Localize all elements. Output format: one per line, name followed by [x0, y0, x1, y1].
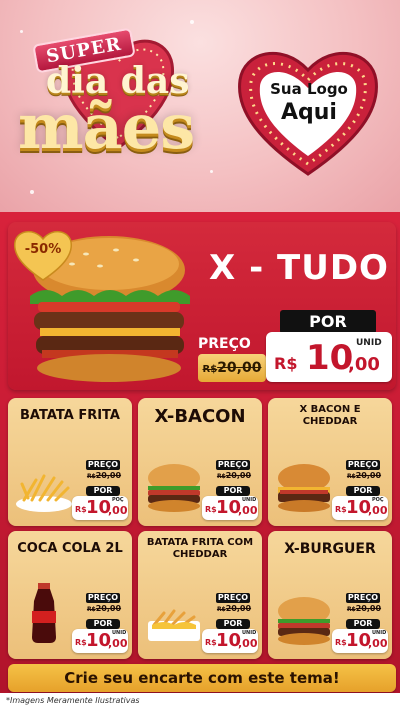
sparkle — [210, 170, 213, 173]
old-price-value: 20,00 — [225, 471, 252, 480]
new-price: R$ 10,00 UNID — [332, 629, 388, 653]
por-label: POR — [216, 486, 250, 496]
new-price-cents: ,00 — [368, 637, 388, 650]
por-label: POR — [346, 486, 380, 496]
old-price-value: 20,00 — [95, 604, 122, 613]
new-currency: R$ — [75, 638, 87, 647]
preco-label: PREÇO — [216, 593, 250, 603]
old-currency: R$ — [86, 473, 96, 480]
product-card[interactable]: X-BURGUER PREÇO R$20,00 POR R$ 10,00 UNID — [268, 531, 392, 659]
new-currency: R$ — [335, 638, 347, 647]
new-price-cents: ,00 — [238, 504, 258, 517]
cheddar-fries-icon — [148, 609, 200, 641]
product-card[interactable]: BATATA FRITA PREÇO R$20,00 POR R$ 10,00 POÇ — [8, 398, 132, 526]
old-currency: R$ — [86, 606, 96, 613]
hero-preco-label: PREÇO — [198, 336, 251, 352]
new-currency: R$ — [205, 638, 217, 647]
product-card[interactable]: X-BACON PREÇO R$20,00 POR R$ 10,00 UNID — [138, 398, 262, 526]
product-name: BATATA FRITA COM CHEDDAR — [146, 537, 254, 560]
new-price-int: 10 — [306, 338, 354, 378]
hero-por-label: POR — [280, 310, 376, 334]
unit-label: POÇ — [372, 497, 384, 503]
product-name: X-BACON — [154, 406, 246, 427]
footer: *Imagens Meramente Ilustrativas — [0, 693, 400, 711]
burger-icon — [278, 597, 330, 645]
title-maes: mães — [18, 90, 195, 163]
unit-label: UNID — [242, 497, 257, 503]
old-currency: R$ — [202, 364, 218, 375]
new-price: R$ 10,00 POÇ — [332, 496, 388, 520]
old-price: R$20,00 — [84, 470, 124, 482]
unit-label: UNID — [372, 630, 387, 636]
product-name: BATATA FRITA — [20, 408, 120, 423]
new-price-cents: ,00 — [108, 637, 128, 650]
old-price-value: 20,00 — [355, 471, 382, 480]
hero-old-price: R$20,00 — [198, 354, 266, 382]
new-price: R$ 10,00 UNID — [202, 629, 258, 653]
unit-label: UNID — [356, 338, 382, 348]
brand-logo-placeholder: Sua Logo Aqui — [253, 80, 365, 125]
cheddar-burger-icon — [278, 464, 330, 512]
old-currency: R$ — [346, 473, 356, 480]
sparkle — [190, 20, 194, 24]
old-price-value: 20,00 — [355, 604, 382, 613]
old-price-value: 20,00 — [225, 604, 252, 613]
old-price: R$20,00 — [344, 603, 384, 615]
brand-line-1: Sua Logo — [270, 80, 348, 98]
fries-icon — [16, 474, 72, 512]
new-price-cents: ,00 — [238, 637, 258, 650]
por-label: POR — [216, 619, 250, 629]
new-price-cents: ,00 — [368, 504, 388, 517]
sparkle — [20, 30, 23, 33]
old-price-value: 20,00 — [95, 471, 122, 480]
product-card[interactable]: BATATA FRITA COM CHEDDAR PREÇO R$20,00 POR R… — [138, 531, 262, 659]
unit-label: POÇ — [112, 497, 124, 503]
new-price-cents: ,00 — [348, 354, 380, 375]
hero-new-price: R$ 10 ,00 UNID — [266, 332, 392, 382]
old-currency: R$ — [216, 606, 226, 613]
product-card[interactable]: COCA COLA 2L PREÇO R$20,00 POR R$ 10,00 UNID — [8, 531, 132, 659]
new-currency: R$ — [274, 354, 298, 373]
soda-bottle-icon — [32, 583, 56, 643]
new-currency: R$ — [205, 505, 217, 514]
preco-label: PREÇO — [346, 460, 380, 470]
old-currency: R$ — [216, 473, 226, 480]
old-price-value: 20,00 — [217, 360, 262, 376]
new-price: R$ 10,00 POÇ — [72, 496, 128, 520]
unit-label: UNID — [242, 630, 257, 636]
old-price: R$20,00 — [214, 470, 254, 482]
por-label: POR — [346, 619, 380, 629]
cta-banner[interactable]: Crie seu encarte com este tema! — [8, 664, 396, 692]
por-label: POR — [86, 486, 120, 496]
discount-badge: -50% — [12, 228, 74, 282]
old-currency: R$ — [346, 606, 356, 613]
new-price: R$ 10,00 UNID — [202, 496, 258, 520]
brand-line-2: Aqui — [281, 100, 337, 125]
product-name: COCA COLA 2L — [17, 541, 123, 556]
new-price-cents: ,00 — [108, 504, 128, 517]
product-name: X-BURGUER — [284, 541, 376, 557]
new-currency: R$ — [335, 505, 347, 514]
new-price: R$ 10,00 UNID — [72, 629, 128, 653]
product-name: X BACON E CHEDDAR — [299, 404, 361, 427]
old-price: R$20,00 — [344, 470, 384, 482]
preco-label: PREÇO — [216, 460, 250, 470]
new-currency: R$ — [75, 505, 87, 514]
product-card[interactable]: X BACON E CHEDDAR PREÇO R$20,00 POR R$ 10,00 P… — [268, 398, 392, 526]
old-price: R$20,00 — [84, 603, 124, 615]
old-price: R$20,00 — [214, 603, 254, 615]
burger-icon — [148, 464, 200, 512]
footer-note: *Imagens Meramente Ilustrativas — [6, 696, 140, 705]
preco-label: PREÇO — [86, 593, 120, 603]
sparkle — [30, 190, 34, 194]
discount-label: -50% — [24, 242, 62, 257]
preco-label: PREÇO — [346, 593, 380, 603]
unit-label: UNID — [112, 630, 127, 636]
por-label: POR — [86, 619, 120, 629]
preco-label: PREÇO — [86, 460, 120, 470]
featured-product-name: X - TUDO — [209, 248, 389, 288]
